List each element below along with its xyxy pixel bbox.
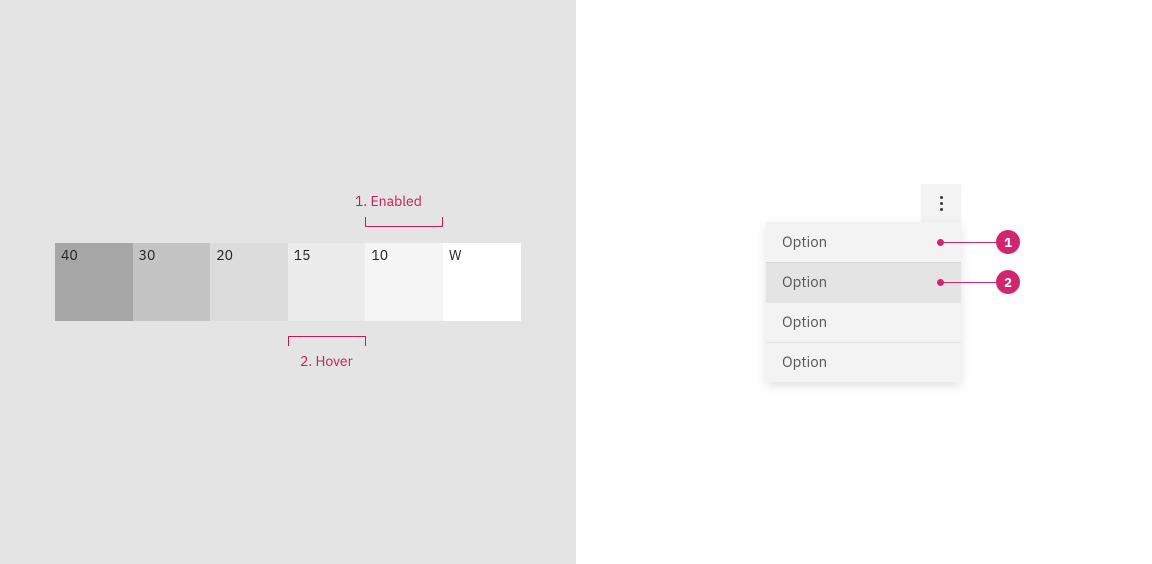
swatch-label: 20 [216, 246, 233, 264]
menu-item-label: Option [782, 313, 827, 332]
menu-item[interactable]: Option [766, 262, 961, 302]
annotation-hover: 2. Hover [300, 352, 353, 370]
swatch-30: 30 [133, 243, 211, 321]
callout-lead [940, 242, 996, 243]
menu-item[interactable]: Option [766, 222, 961, 262]
kebab-button[interactable] [921, 184, 961, 222]
swatch-10: 10 [365, 243, 443, 321]
overflow-menu: Option Option Option Option [766, 222, 961, 382]
swatch-40: 40 [55, 243, 133, 321]
bracket-icon [365, 217, 443, 227]
menu-item-label: Option [782, 233, 827, 252]
menu-item-label: Option [782, 353, 827, 372]
bracket-icon [288, 336, 366, 346]
menu-item-label: Option [782, 273, 827, 292]
overflow-menu-example: Option Option Option Option [766, 184, 961, 382]
swatch-15: 15 [288, 243, 366, 321]
callout-badge-1: 1 [996, 230, 1020, 254]
swatch-w: W [443, 243, 521, 321]
palette-panel: 40 30 20 15 10 W 1. Enabled 2. Hover [0, 0, 576, 564]
swatch-row: 40 30 20 15 10 W [55, 243, 521, 321]
annotation-enabled: 1. Enabled [355, 192, 422, 210]
menu-item[interactable]: Option [766, 342, 961, 382]
swatch-label: 30 [139, 246, 156, 264]
more-vertical-icon [940, 194, 943, 212]
callout-lead [940, 282, 996, 283]
callout-badge-2: 2 [996, 270, 1020, 294]
swatch-label: 15 [294, 246, 311, 264]
swatch-20: 20 [210, 243, 288, 321]
swatch-label: 40 [61, 246, 78, 264]
menu-item[interactable]: Option [766, 302, 961, 342]
swatch-label: 10 [371, 246, 388, 264]
swatch-label: W [449, 246, 461, 264]
